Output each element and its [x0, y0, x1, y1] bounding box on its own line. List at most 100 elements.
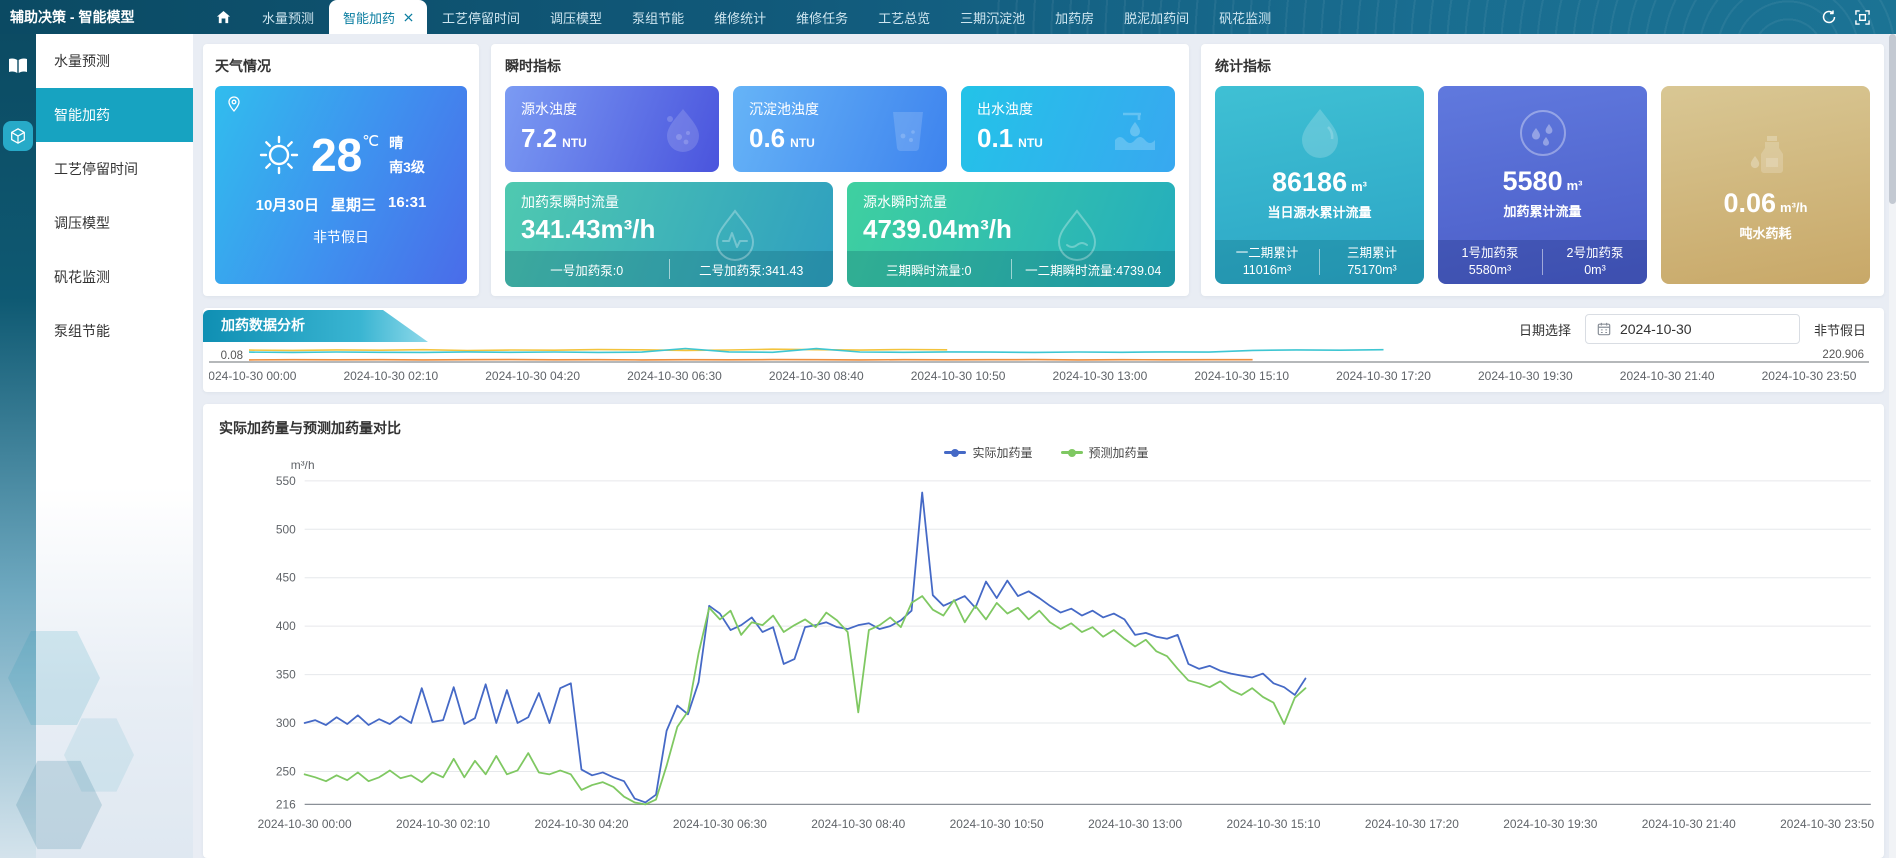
droplet-bubbles-icon — [653, 103, 705, 155]
date-text: 10月30日 — [256, 194, 319, 215]
tile-effluent-turbidity: 出水浊度 0.1NTU — [961, 86, 1175, 172]
menu-label: 调压模型 — [54, 213, 110, 233]
stat-value: 86186 — [1272, 167, 1347, 197]
sub-name: 1号加药泵 — [1462, 246, 1519, 260]
stat-label: 吨水药耗 — [1739, 223, 1791, 242]
svg-text:2024-10-30 08:40: 2024-10-30 08:40 — [811, 817, 905, 831]
pump1-flow: 一号加药泵:0 — [505, 260, 669, 279]
sun-icon — [257, 133, 301, 177]
mini-chart: 0.08220.9062024-10-30 00:002024-10-30 02… — [203, 344, 1884, 391]
svg-text:2024-10-30 23:50: 2024-10-30 23:50 — [1780, 817, 1874, 831]
menu-label: 泵组节能 — [54, 321, 110, 341]
sidebar-item-water-forecast[interactable]: 水量预测 — [36, 34, 193, 88]
sidebar-item-process-retention[interactable]: 工艺停留时间 — [36, 142, 193, 196]
page-body: 水量预测 智能加药 工艺停留时间 调压模型 矾花监测 泵组节能 天气情况 — [0, 34, 1896, 858]
stat-value: 5580 — [1503, 166, 1563, 196]
main-content: 天气情况 28 ℃ — [193, 34, 1896, 858]
tab-phase3-sedimentation[interactable]: 三期沉淀池 — [945, 0, 1040, 34]
dosing-analysis-card: 加药数据分析 日期选择 2024-10-30 非节假日 0.08220.906 — [203, 308, 1884, 392]
menu-label: 水量预测 — [54, 51, 110, 71]
sub-name: 三期累计 — [1347, 246, 1397, 260]
model-cube-icon — [9, 127, 27, 145]
location-pin-icon — [227, 96, 241, 112]
tab-maintenance-stats[interactable]: 维修统计 — [699, 0, 781, 34]
svg-text:2024-10-30 04:20: 2024-10-30 04:20 — [485, 369, 580, 383]
svg-text:350: 350 — [276, 668, 296, 682]
svg-text:2024-10-30 17:20: 2024-10-30 17:20 — [1365, 817, 1459, 831]
comparison-chart-card: 实际加药量与预测加药量对比 实际加药量 预测加药量 m³/h2162503003… — [203, 404, 1884, 858]
svg-text:2024-10-30 10:50: 2024-10-30 10:50 — [911, 369, 1006, 383]
rail-item-book[interactable] — [0, 48, 36, 84]
legend-predicted[interactable]: 预测加药量 — [1061, 444, 1149, 461]
temperature-value: 28 — [311, 132, 362, 178]
date-picker-input[interactable]: 2024-10-30 — [1585, 314, 1800, 344]
analysis-header: 加药数据分析 日期选择 2024-10-30 非节假日 — [203, 308, 1884, 344]
tab-process-retention[interactable]: 工艺停留时间 — [427, 0, 535, 34]
sidebar-item-pressure-model[interactable]: 调压模型 — [36, 196, 193, 250]
calendar-icon — [1597, 322, 1611, 336]
home-icon[interactable] — [200, 0, 247, 34]
tab-label: 三期沉淀池 — [960, 8, 1025, 27]
svg-text:550: 550 — [276, 474, 296, 488]
scrollbar-thumb[interactable] — [1889, 34, 1896, 204]
sub-value: 11016m³ — [1243, 263, 1291, 277]
tab-water-forecast[interactable]: 水量预测 — [247, 0, 329, 34]
condition-text: 晴 — [389, 133, 425, 153]
tab-label: 泵组节能 — [632, 8, 684, 27]
tab-pressure-model[interactable]: 调压模型 — [535, 0, 617, 34]
tab-maintenance-tasks[interactable]: 维修任务 — [781, 0, 863, 34]
svg-text:2024-10-30 21:40: 2024-10-30 21:40 — [1620, 369, 1715, 383]
sidebar-menu: 水量预测 智能加药 工艺停留时间 调压模型 矾花监测 泵组节能 — [36, 34, 193, 858]
sub-value: 75170m³ — [1347, 263, 1396, 277]
tab-label: 维修统计 — [714, 8, 766, 27]
sidebar-item-floc-monitoring[interactable]: 矾花监测 — [36, 250, 193, 304]
tab-desludge-dosing[interactable]: 脱泥加药间 — [1109, 0, 1204, 34]
tile-unit: NTU — [790, 136, 815, 150]
legend-actual[interactable]: 实际加药量 — [944, 444, 1032, 461]
sub-value: 5580m³ — [1469, 263, 1511, 277]
tab-floc-monitoring[interactable]: 矾花监测 — [1204, 0, 1286, 34]
rail-item-model[interactable] — [0, 118, 36, 154]
close-tab-icon[interactable] — [404, 13, 413, 22]
stat-unit: m³ — [1567, 178, 1583, 193]
flow-sub-row: 一号加药泵:0 二号加药泵:341.43 — [505, 251, 833, 287]
phase3-flow: 三期瞬时流量:0 — [847, 260, 1011, 279]
water-waves-icon — [1109, 106, 1161, 152]
svg-text:2024-10-30 00:00: 2024-10-30 00:00 — [258, 817, 352, 831]
fullscreen-icon[interactable] — [1855, 10, 1870, 25]
tile-value: 7.2 — [521, 123, 557, 153]
tab-dosing-room[interactable]: 加药房 — [1040, 0, 1109, 34]
svg-text:450: 450 — [276, 571, 296, 585]
phase12-total: 一二期累计 11016m³ — [1215, 245, 1319, 280]
tile-value: 4739.04 — [863, 214, 957, 244]
tab-label: 加药房 — [1055, 8, 1094, 27]
svg-text:300: 300 — [276, 716, 296, 730]
sidebar-item-pump-energy[interactable]: 泵组节能 — [36, 304, 193, 358]
flow-row: 加药泵瞬时流量 341.43m³/h 一号加药泵:0 — [505, 182, 1175, 287]
weather-date-row: 10月30日 星期三 16:31 — [256, 194, 427, 215]
tab-bar: 水量预测 智能加药 工艺停留时间 调压模型 泵组节能 维修统计 维修任务 工艺总… — [200, 0, 1821, 34]
bottle-droplet-icon — [1739, 128, 1793, 182]
tab-label: 脱泥加药间 — [1124, 8, 1189, 27]
app-root: 辅助决策 - 智能模型 水量预测 智能加药 工艺停留时间 调压模型 泵组节能 维… — [0, 0, 1896, 858]
menu-label: 智能加药 — [54, 105, 110, 125]
tab-process-overview[interactable]: 工艺总览 — [863, 0, 945, 34]
sub-name: 一二期累计 — [1236, 246, 1299, 260]
statistics-card: 统计指标 86186 m³ 当日源水累计流量 — [1201, 44, 1884, 296]
tab-smart-dosing[interactable]: 智能加药 — [329, 0, 427, 34]
topbar-actions — [1821, 0, 1896, 34]
svg-text:2024-10-30 06:30: 2024-10-30 06:30 — [627, 369, 722, 383]
book-icon — [8, 58, 28, 74]
svg-text:250: 250 — [276, 764, 296, 778]
svg-text:2024-10-30 06:30: 2024-10-30 06:30 — [673, 817, 767, 831]
instant-grid: 源水浊度 7.2NTU 沉淀池浊度 0.6NTU — [505, 86, 1175, 287]
tile-unit: m³/h — [957, 214, 1012, 244]
stat-label: 当日源水累计流量 — [1267, 202, 1371, 221]
svg-text:0.08: 0.08 — [221, 350, 243, 362]
refresh-icon[interactable] — [1821, 9, 1837, 25]
tile-sedimentation-turbidity: 沉淀池浊度 0.6NTU — [733, 86, 947, 172]
sidebar-item-smart-dosing[interactable]: 智能加药 — [36, 88, 193, 142]
stats-section-title: 统计指标 — [1215, 56, 1870, 76]
svg-text:2024-10-30 15:10: 2024-10-30 15:10 — [1194, 369, 1289, 383]
tab-pump-energy[interactable]: 泵组节能 — [617, 0, 699, 34]
